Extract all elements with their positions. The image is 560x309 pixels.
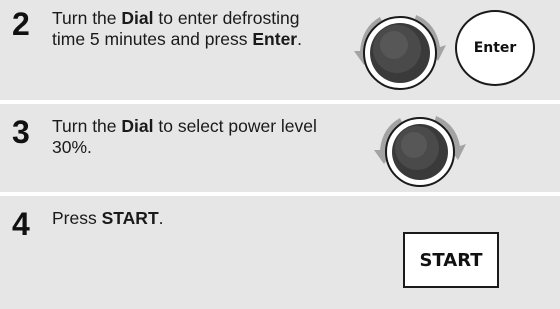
- dial-knob-icon[interactable]: [370, 108, 470, 192]
- step-3-panel: 3 Turn the Dial to select power level 30…: [0, 104, 560, 192]
- instruction-text: .: [158, 208, 164, 228]
- instruction-text: Turn the: [52, 116, 122, 136]
- dial-knob-icon[interactable]: [350, 3, 450, 97]
- step-instruction: Press START.: [52, 208, 332, 229]
- step-2-panel: 2 Turn the Dial to enter defrosting time…: [0, 0, 560, 100]
- step-number: 4: [12, 206, 30, 242]
- instruction-bold-dial: Dial: [121, 116, 154, 136]
- instruction-bold-start: START: [101, 208, 159, 228]
- instruction-text: Press: [52, 208, 102, 228]
- instruction-text: .: [297, 29, 302, 49]
- step-number: 3: [12, 114, 30, 150]
- instruction-bold-enter: Enter: [252, 29, 298, 49]
- enter-button[interactable]: Enter: [455, 10, 535, 86]
- start-button[interactable]: START: [403, 232, 499, 288]
- step-instruction: Turn the Dial to enter defrosting time 5…: [52, 8, 332, 50]
- step-number: 2: [12, 6, 30, 42]
- instruction-bold-dial: Dial: [121, 8, 154, 28]
- instruction-text: Turn the: [52, 8, 122, 28]
- step-instruction: Turn the Dial to select power level 30%.: [52, 116, 332, 158]
